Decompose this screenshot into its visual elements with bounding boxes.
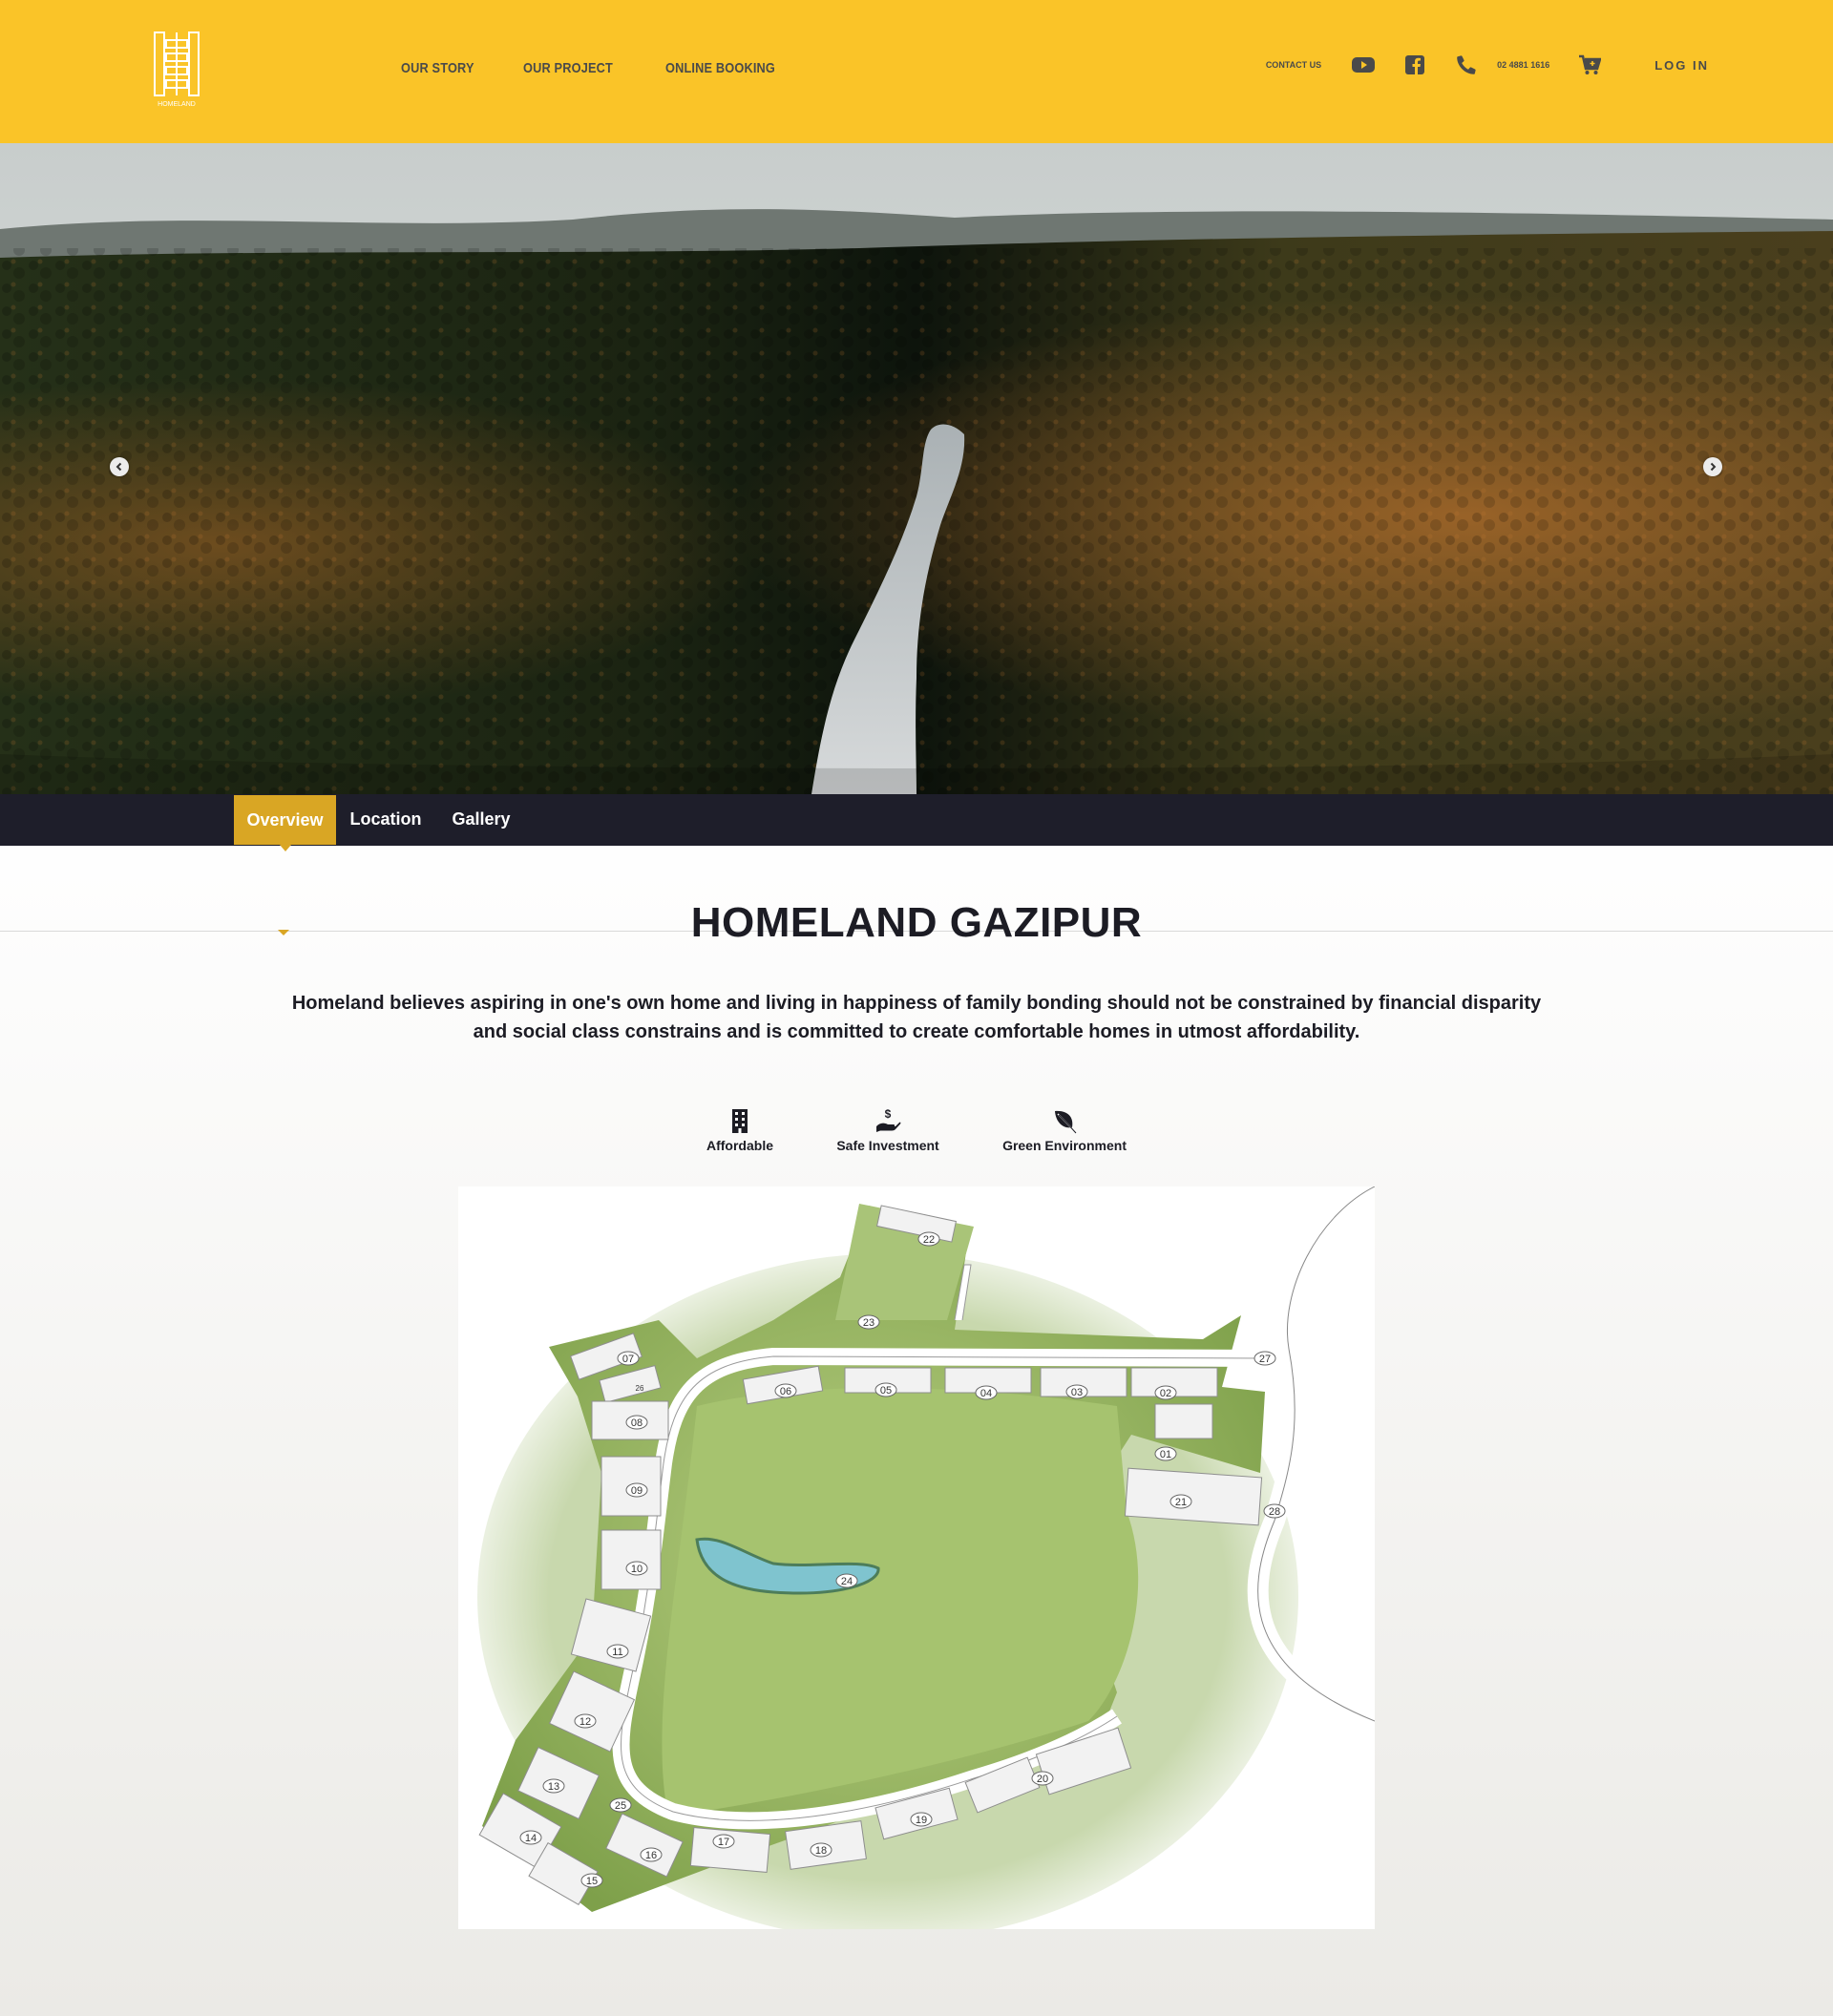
nav-our-story[interactable]: OUR STORY [401,60,474,76]
plot-label: 23 [863,1317,874,1329]
plot-label: 24 [841,1576,853,1587]
logo-text: HOMELAND [158,101,196,108]
plot-label: 10 [631,1564,643,1575]
site-plan-image: 22 23 07 08 09 10 11 12 13 14 15 16 17 1… [458,1186,1375,1929]
plot-label: 19 [916,1815,927,1826]
feature-label: Green Environment [1002,1138,1127,1153]
plot-label: 11 [612,1647,622,1658]
plot-label: 15 [586,1876,598,1887]
feature-green-environment: Green Environment [1002,1107,1127,1153]
page-title-text: HOMELAND GAZIPUR [690,899,1143,946]
site-plan-map: 22 23 07 08 09 10 11 12 13 14 15 16 17 1… [458,1186,1375,1929]
plot-label: 09 [631,1485,643,1497]
chevron-right-icon [1710,462,1717,472]
svg-text:$: $ [885,1107,892,1121]
tab-gallery[interactable]: Gallery [441,794,521,844]
plot-label: 16 [645,1850,657,1861]
plot-label: 22 [923,1234,935,1246]
page-title: HOMELAND GAZIPUR [0,899,1833,947]
plot-label: 13 [548,1781,559,1793]
money-hand-icon: $ [876,1107,901,1132]
plot-label: 14 [525,1833,537,1844]
leaf-icon [1055,1110,1077,1134]
cart-icon[interactable] [1578,53,1602,76]
plot-label: 26 [636,1384,644,1393]
section-tab-bar: Overview Location Gallery [0,794,1833,851]
feature-safe-investment: $ Safe Investment [836,1107,938,1153]
tab-overview[interactable]: Overview [234,795,336,851]
feature-label: Affordable [706,1138,773,1153]
hero-next-arrow[interactable] [1703,457,1722,476]
facebook-icon[interactable] [1403,53,1426,76]
plot-label: 05 [880,1385,892,1396]
feature-list: Affordable $ Safe Investment Green Envir… [706,1107,1127,1153]
plot-label: 17 [718,1837,729,1848]
phone-number[interactable]: 02 4881 1616 [1497,60,1549,70]
feature-label: Safe Investment [836,1138,939,1153]
plot-label: 06 [780,1386,791,1397]
main-nav: OUR STORY OUR PROJECT ONLINE BOOKING [401,60,794,76]
plot-label: 07 [622,1354,634,1365]
plot-label: 12 [579,1716,591,1728]
plot-label: 02 [1160,1388,1171,1399]
nav-our-project[interactable]: OUR PROJECT [523,60,613,76]
plot-label: 28 [1269,1506,1280,1518]
homeland-logo[interactable]: HOMELAND [153,31,200,109]
nav-online-booking[interactable]: ONLINE BOOKING [665,60,775,76]
phone-icon[interactable] [1455,53,1478,76]
plot-label: 03 [1071,1387,1083,1398]
plot-label: 21 [1175,1497,1187,1508]
plot-label: 20 [1037,1774,1048,1785]
project-description: Homeland believes aspiring in one's own … [291,993,1542,1042]
header-utilities: CONTACT US 02 4881 1616 LOG IN [1266,53,1709,76]
hero-slider [0,143,1833,794]
plot-label: 18 [815,1845,827,1857]
plot-label: 04 [980,1388,992,1399]
tab-location[interactable]: Location [344,794,428,844]
plot-label: 08 [631,1418,643,1429]
building-icon [732,1109,748,1133]
contact-us-link[interactable]: CONTACT US [1266,60,1321,70]
forest-aerial-image [0,143,1833,794]
plot-label: 25 [615,1800,626,1812]
hero-prev-arrow[interactable] [110,457,129,476]
youtube-icon[interactable] [1352,53,1376,76]
site-header: HOMELAND OUR STORY OUR PROJECT ONLINE BO… [0,0,1833,143]
plot-label: 27 [1259,1354,1271,1365]
feature-affordable: Affordable [706,1107,773,1153]
login-link[interactable]: LOG IN [1654,58,1709,73]
plot-label: 01 [1160,1449,1171,1460]
chevron-left-icon [116,462,122,472]
